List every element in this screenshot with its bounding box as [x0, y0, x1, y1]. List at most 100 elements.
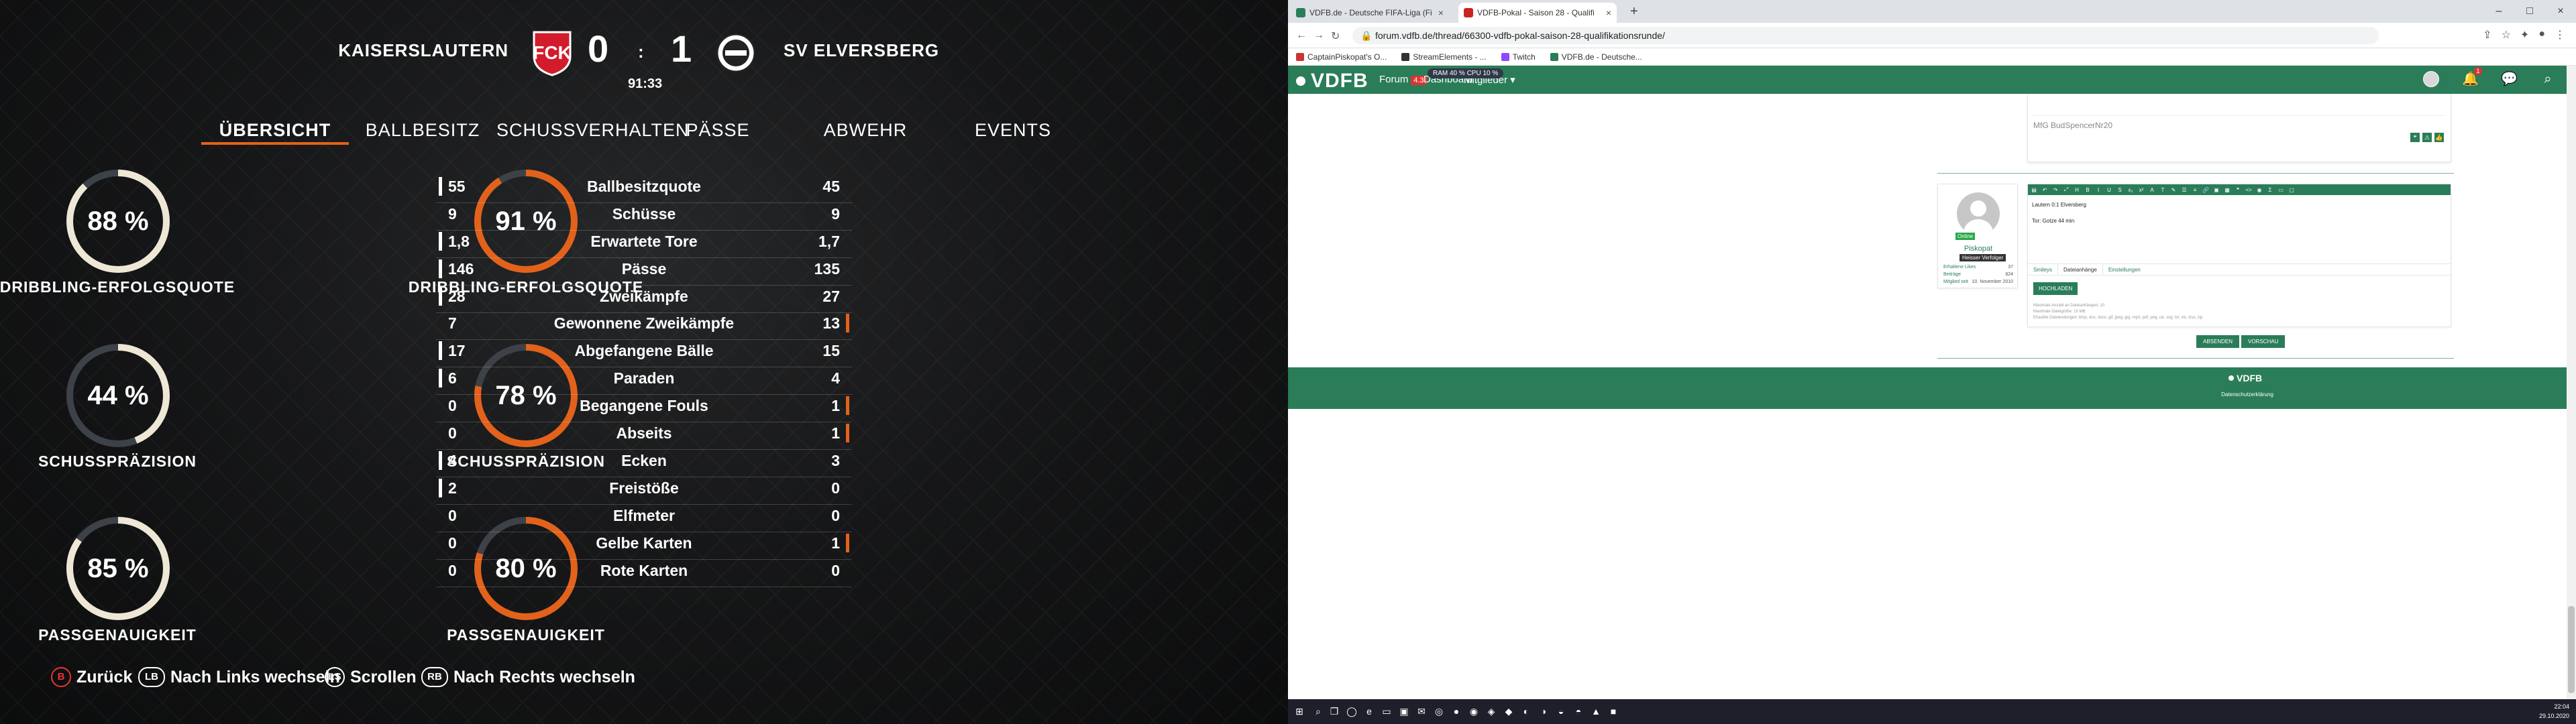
code-icon[interactable]: <>	[2245, 187, 2252, 193]
minimize-icon[interactable]: –	[2483, 0, 2514, 23]
file-explorer-icon[interactable]: ▭	[1381, 705, 1393, 717]
app-icon[interactable]: ◐	[1520, 705, 1532, 717]
bookmark-star-icon[interactable]: ☆	[2502, 28, 2511, 42]
store-icon[interactable]: ▣	[1398, 705, 1410, 717]
back-hint[interactable]: B Zurück	[51, 664, 132, 690]
editor-line-2[interactable]: Tor: Gotze 44 min	[2032, 218, 2074, 224]
image-icon[interactable]: ▣	[2213, 187, 2220, 193]
brush-icon[interactable]: ✎	[2170, 187, 2177, 193]
menu-dots-icon[interactable]: ⋮	[2555, 28, 2565, 42]
editor-line-1[interactable]: Lautern 0:1 Elversberg	[2032, 202, 2086, 208]
task-view-icon[interactable]: ❐	[1328, 705, 1340, 717]
source-icon[interactable]: ▤	[2031, 187, 2037, 193]
share-icon[interactable]: ⇪	[2483, 28, 2491, 42]
text-color-icon[interactable]: T	[2159, 187, 2166, 193]
forward-arrow-icon[interactable]: →	[1313, 29, 1324, 42]
url-input[interactable]: 🔒 forum.vdfb.de/thread/66300-vdfb-pokal-…	[1352, 27, 2379, 44]
app-icon[interactable]: ◎	[1433, 705, 1445, 717]
browser-tab-vdfb[interactable]: VDFB.de - Deutsche FIFA-Liga (Fi ×	[1291, 3, 1449, 23]
fullscreen-icon[interactable]: ⤢	[2063, 186, 2070, 193]
maximize-icon[interactable]: □	[2514, 0, 2545, 23]
user-avatar-large[interactable]	[1957, 192, 2000, 235]
edge-icon[interactable]: e	[1363, 705, 1375, 717]
profile-icon[interactable]: ●	[2538, 28, 2545, 42]
tab-paesse[interactable]: PÄSSE	[644, 115, 792, 146]
list-icon[interactable]: ☰	[2181, 187, 2188, 193]
scroll-hint[interactable]: LS Scrollen	[325, 664, 417, 690]
switch-right-hint[interactable]: RB Nach Rechts wechseln	[421, 664, 635, 690]
app-icon[interactable]: ◑	[1538, 705, 1550, 717]
switch-left-hint[interactable]: LB Nach Links wechseln	[138, 664, 340, 690]
preview-button[interactable]: VORSCHAU	[2241, 335, 2286, 348]
vdfb-logo[interactable]: VDFB	[1296, 70, 1368, 93]
quote-block-icon[interactable]: ❞	[2235, 187, 2241, 193]
tab-ballbesitz[interactable]: BALLBESITZ	[349, 115, 496, 146]
privacy-link[interactable]: Datenschutzerklärung	[2207, 391, 2288, 398]
heading-icon[interactable]: H	[2074, 187, 2080, 193]
link-icon[interactable]: 🔗	[2202, 187, 2209, 193]
tab-schussverhalten[interactable]: SCHUSSVERHALTEN	[496, 115, 689, 146]
upload-button[interactable]: HOCHLADEN	[2033, 282, 2078, 295]
subscript-icon[interactable]: x₂	[2127, 187, 2134, 193]
superscript-icon[interactable]: x²	[2138, 187, 2145, 193]
username[interactable]: Piskopat	[1938, 245, 2019, 253]
align-icon[interactable]: ≡	[2192, 187, 2198, 193]
app-icon[interactable]: ◈	[1485, 705, 1497, 717]
submit-button[interactable]: ABSENDEN	[2196, 335, 2240, 348]
back-arrow-icon[interactable]: ←	[1296, 29, 1307, 42]
chat-icon[interactable]: 💬	[2501, 71, 2518, 87]
tab-attachments[interactable]: Dateianhänge	[2057, 264, 2103, 275]
mail-icon[interactable]: ✉	[1415, 705, 1428, 717]
bold-icon[interactable]: B	[2084, 187, 2091, 193]
bookmark-3[interactable]: Twitch	[1501, 52, 1536, 62]
spoiler-icon[interactable]: ◉	[2256, 187, 2263, 193]
new-tab-icon[interactable]: +	[1630, 4, 1638, 19]
table-icon[interactable]: ▦	[2224, 187, 2231, 193]
undo-icon[interactable]: ↶	[2041, 187, 2048, 193]
font-size-icon[interactable]: A	[2149, 187, 2155, 193]
tab-settings[interactable]: Einstellungen	[2103, 264, 2146, 275]
tab-abwehr[interactable]: ABWEHR	[792, 115, 939, 146]
strikethrough-icon[interactable]: S	[2116, 187, 2123, 193]
extensions-icon[interactable]: ✦	[2520, 28, 2529, 42]
quote-icon[interactable]: ❝	[2410, 133, 2420, 142]
close-tab-icon[interactable]: ×	[1606, 7, 1611, 18]
preview-icon[interactable]: ▢	[2288, 187, 2295, 193]
stat-home-value: 6	[448, 369, 457, 387]
more-icon[interactable]: ▭	[2277, 187, 2284, 193]
tab-events[interactable]: EVENTS	[939, 115, 1087, 146]
tab-uebersicht[interactable]: ÜBERSICHT	[201, 115, 349, 146]
app-icon[interactable]: ■	[1607, 705, 1619, 717]
user-avatar[interactable]	[2423, 71, 2439, 87]
browser-tab-pokal[interactable]: VDFB-Pokal - Saison 28 - Qualifi ×	[1458, 3, 1617, 23]
redo-icon[interactable]: ↷	[2052, 187, 2059, 193]
bookmark-1[interactable]: CaptainPiskopat's O...	[1296, 52, 1387, 62]
app-icon[interactable]: ◓	[1572, 705, 1585, 717]
app-icon[interactable]: ◉	[1468, 705, 1480, 717]
tab-smileys[interactable]: Smileys	[2028, 264, 2057, 275]
close-window-icon[interactable]: ×	[2545, 0, 2576, 23]
page-scrollbar[interactable]	[2567, 66, 2576, 699]
search-icon[interactable]: ⌕	[1312, 705, 1324, 717]
system-tray-clock[interactable]: 22:04 29.10.2020	[2539, 702, 2569, 721]
scrollbar-thumb[interactable]	[2568, 606, 2575, 693]
bookmark-2[interactable]: StreamElements - ...	[1401, 52, 1487, 62]
cortana-icon[interactable]: ◯	[1346, 705, 1358, 717]
app-icon[interactable]: ▲	[1590, 705, 1602, 717]
app-icon[interactable]: ◆	[1503, 705, 1515, 717]
underline-icon[interactable]: U	[2106, 187, 2112, 193]
report-icon[interactable]: ⚠	[2422, 133, 2432, 142]
app-icon[interactable]: ◒	[1555, 705, 1567, 717]
math-icon[interactable]: Σ	[2267, 187, 2273, 193]
footer-logo[interactable]: VDFB	[2229, 373, 2262, 383]
windows-start-icon[interactable]: ⊞	[1293, 705, 1305, 717]
close-tab-icon[interactable]: ×	[1438, 7, 1444, 18]
bell-icon[interactable]: 🔔 1	[2462, 67, 2482, 87]
search-icon[interactable]: ⌕	[2540, 71, 2556, 87]
italic-icon[interactable]: I	[2095, 187, 2102, 193]
menu-forum[interactable]: Forum 4.3	[1379, 74, 1427, 85]
reload-icon[interactable]: ↻	[1331, 29, 1340, 43]
chrome-icon[interactable]: ●	[1450, 705, 1462, 717]
bookmark-4[interactable]: VDFB.de - Deutsche...	[1550, 52, 1642, 62]
like-icon[interactable]: 👍	[2434, 133, 2444, 142]
